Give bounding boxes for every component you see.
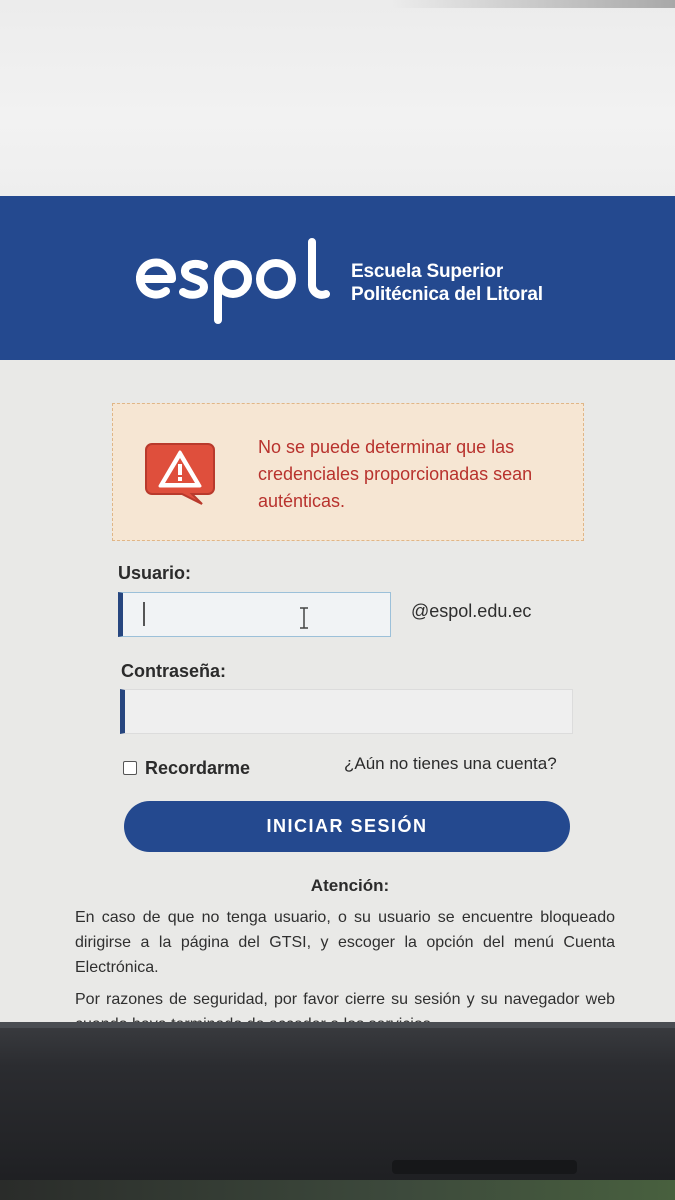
username-input[interactable] [118,592,391,637]
notice-title: Atención: [310,876,390,895]
institution-name-line1: Escuela Superior [351,261,504,282]
login-button[interactable]: INICIAR SESIÓN [124,801,570,852]
error-message: No se puede determinar que las credencia… [258,437,533,511]
text-caret [143,602,145,626]
username-label: Usuario: [118,563,192,583]
institution-name: Escuela Superior Politécnica del Litoral [351,260,543,306]
bezel-notch [392,1160,577,1174]
espol-wordmark [136,238,330,324]
bezel-edge [0,1022,675,1028]
photo-frame: Escuela Superior Politécnica del Litoral… [0,0,675,1200]
desk-background [0,1180,675,1200]
create-account-link[interactable]: ¿Aún no tienes una cuenta? [344,754,557,774]
warning-icon [145,443,215,505]
notice-paragraph-account: En caso de que no tenga usuario, o su us… [75,909,615,976]
institution-name-line2: Politécnica del Litoral [351,284,543,305]
screen-top-blank-area [0,0,675,198]
email-domain-suffix: @espol.edu.ec [411,601,532,621]
espol-logo[interactable]: Escuela Superior Politécnica del Litoral [136,234,566,326]
password-input[interactable] [120,689,573,734]
password-label: Contraseña: [121,661,227,681]
ibeam-cursor-icon [300,607,308,629]
remember-me[interactable]: Recordarme [123,757,250,779]
remember-checkbox[interactable] [123,761,137,775]
screen-edge-shadow [390,0,675,8]
remember-label: Recordarme [145,757,251,778]
